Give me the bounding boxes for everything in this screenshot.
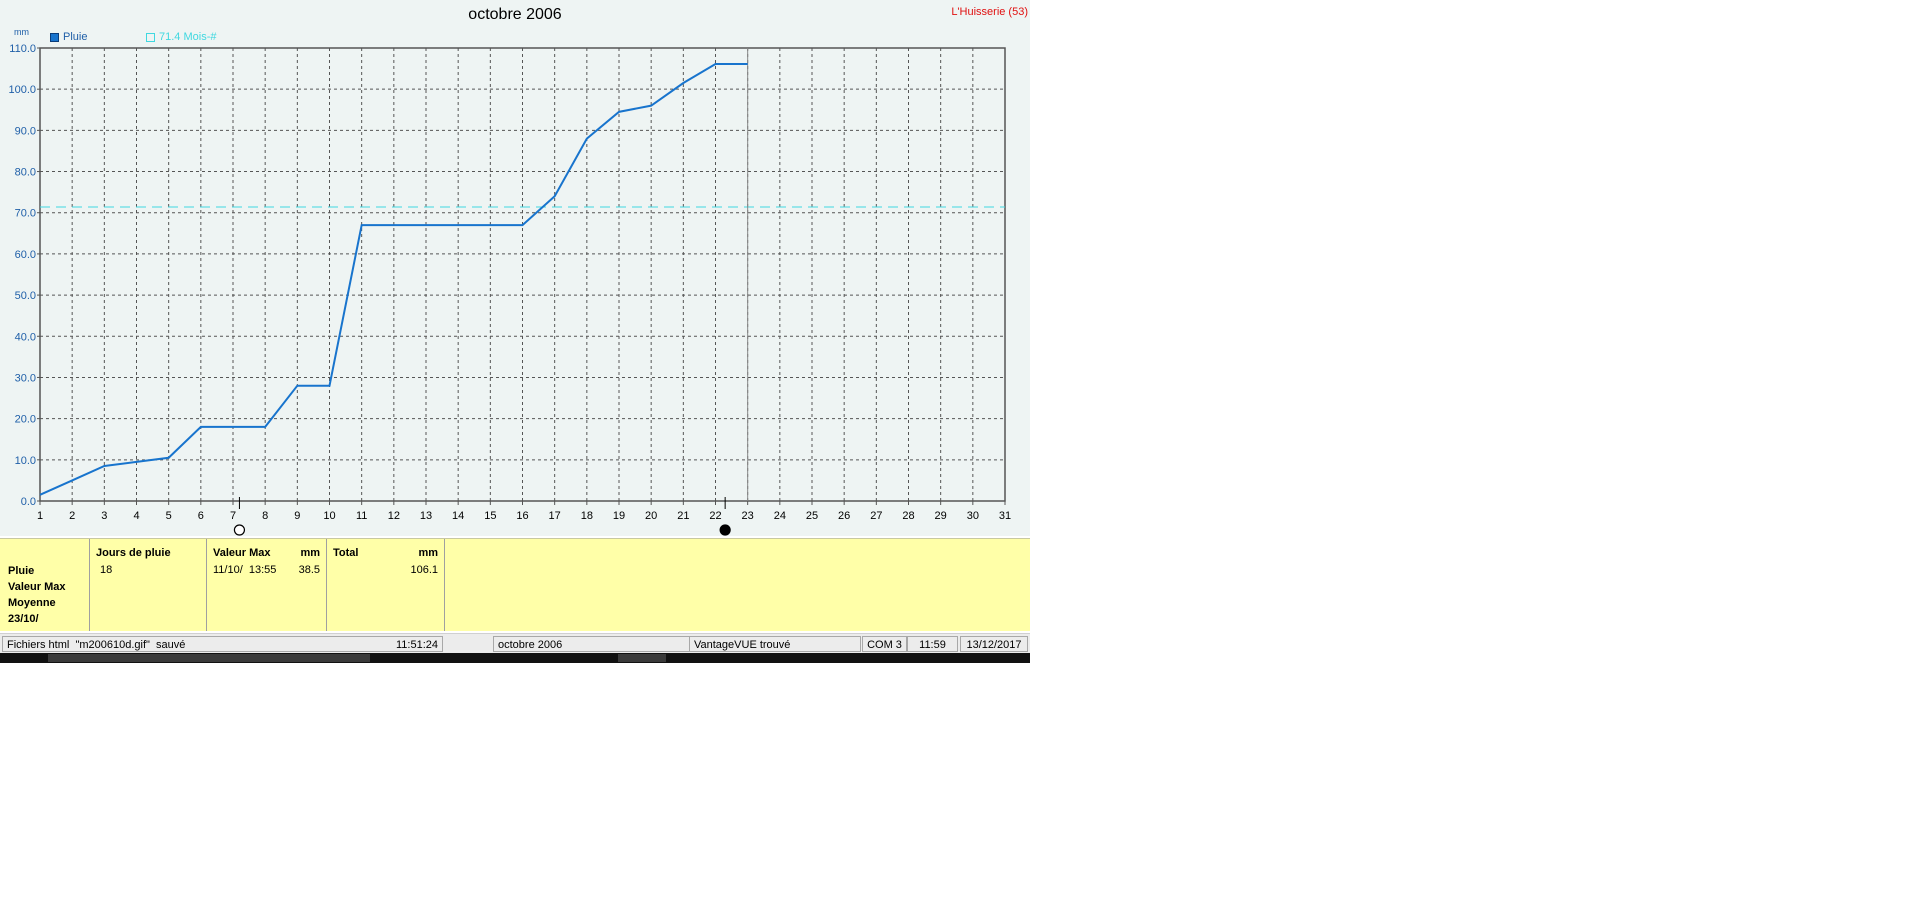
x-tick-label: 11 — [356, 510, 367, 522]
x-tick-label: 29 — [935, 510, 947, 522]
total-value: 106.1 — [410, 564, 438, 576]
y-tick-label: 110.0 — [9, 43, 36, 55]
y-tick-label: 80.0 — [15, 167, 36, 179]
legend-swatch-filled-icon — [50, 32, 59, 42]
x-tick-label: 28 — [902, 510, 914, 522]
row-label-pluie: Pluie — [8, 565, 35, 577]
x-tick-label: 1 — [37, 510, 43, 522]
x-tick-label: 10 — [323, 510, 335, 522]
max-value: 38.5 — [298, 564, 320, 576]
y-tick-label: 50.0 — [15, 290, 36, 302]
y-tick-label: 30.0 — [15, 372, 36, 384]
full-moon-icon — [233, 524, 246, 536]
y-tick-label: 70.0 — [15, 208, 36, 220]
x-tick-label: 25 — [806, 510, 818, 522]
x-tick-label: 4 — [133, 510, 139, 522]
max-date: 11/10/ 13:55 — [213, 564, 277, 576]
new-moon-icon — [719, 524, 731, 536]
x-tick-label: 23 — [742, 510, 754, 522]
max-unit: mm — [300, 547, 320, 559]
jours-value: 18 — [100, 564, 113, 576]
x-tick-label: 24 — [774, 510, 786, 522]
legend-label: 71.4 Mois-# — [159, 31, 217, 43]
legend-item-pluie: Pluie — [50, 31, 87, 43]
status-date: 13/12/2017 — [960, 636, 1028, 652]
x-tick-label: 6 — [198, 510, 204, 522]
x-tick-label: 17 — [549, 510, 561, 522]
y-axis-unit: mm — [14, 27, 29, 37]
x-tick-label: 7 — [230, 510, 236, 522]
rain-chart: 0.0 10.0 20.0 30.0 40.0 50.0 60.0 70.0 80.0 90.0 1… — [8, 43, 1011, 536]
taskbar-button[interactable] — [48, 654, 370, 662]
x-tick-label: 14 — [452, 510, 464, 522]
row-label-valeur-max: Valeur Max — [8, 581, 66, 593]
x-tick-label: 21 — [677, 510, 689, 522]
y-tick-label: 20.0 — [15, 414, 36, 426]
x-tick-label: 22 — [709, 510, 721, 522]
taskbar — [0, 653, 1030, 663]
stats-jours-col: Jours de pluie 18 — [90, 539, 207, 631]
x-tick-label: 12 — [388, 510, 400, 522]
y-tick-label: 60.0 — [15, 249, 36, 261]
status-message: Fichiers html "m200610d.gif" sauvé 11:51… — [2, 636, 443, 652]
stats-total-col: Total mm 106.1 — [327, 539, 445, 631]
status-device: VantageVUE trouvé — [689, 636, 861, 652]
legend-label: Pluie — [63, 31, 88, 43]
x-tick-label: 13 — [420, 510, 432, 522]
x-tick-label: 3 — [101, 510, 107, 522]
x-tick-label: 16 — [516, 510, 528, 522]
stats-panel: Pluie Valeur Max Moyenne 23/10/ Jours de… — [0, 538, 1030, 631]
y-tick-label: 100.0 — [8, 84, 36, 96]
status-time2: 11:59 — [907, 636, 958, 652]
y-tick-label: 90.0 — [15, 125, 36, 137]
x-tick-label: 20 — [645, 510, 657, 522]
x-tick-label: 19 — [613, 510, 625, 522]
y-tick-label: 40.0 — [15, 331, 36, 343]
status-message-text: Fichiers html "m200610d.gif" sauvé — [7, 639, 186, 651]
y-tick-label: 10.0 — [15, 455, 36, 467]
weather-app-window: 0.0 10.0 20.0 30.0 40.0 50.0 60.0 70.0 80.0 90.0 1… — [0, 0, 1030, 663]
status-port: COM 3 — [862, 636, 907, 652]
legend-swatch-outline-icon — [146, 32, 155, 42]
status-time1: 11:51:24 — [395, 639, 438, 651]
station-name: L'Huisserie (53) — [951, 6, 1028, 18]
jours-header: Jours de pluie — [96, 547, 171, 559]
stats-row-labels: Pluie Valeur Max Moyenne 23/10/ — [8, 563, 65, 627]
chart-title: octobre 2006 — [468, 6, 562, 23]
x-tick-label: 5 — [166, 510, 172, 522]
legend-item-average: 71.4 Mois-# — [146, 31, 216, 43]
x-tick-label: 26 — [838, 510, 850, 522]
x-tick-label: 15 — [484, 510, 496, 522]
x-tick-label: 18 — [581, 510, 593, 522]
total-header: Total — [333, 547, 359, 559]
x-tick-label: 2 — [69, 510, 75, 522]
stats-max-col: Valeur Max mm 11/10/ 13:55 38.5 — [207, 539, 327, 631]
row-label-date: 23/10/ — [8, 613, 39, 625]
x-tick-label: 9 — [294, 510, 300, 522]
chart-panel: 0.0 10.0 20.0 30.0 40.0 50.0 60.0 70.0 80.0 90.0 1… — [0, 0, 1030, 536]
status-bar: Fichiers html "m200610d.gif" sauvé 11:51… — [0, 633, 1030, 654]
x-tick-label: 31 — [999, 510, 1011, 522]
y-tick-label: 0.0 — [21, 496, 36, 508]
status-period: octobre 2006 — [493, 636, 691, 652]
row-label-moyenne: Moyenne — [8, 597, 56, 609]
taskbar-button[interactable] — [618, 654, 666, 662]
max-header: Valeur Max — [213, 547, 271, 559]
stats-row-labels-col: Pluie Valeur Max Moyenne 23/10/ — [0, 539, 90, 631]
total-unit: mm — [418, 547, 438, 559]
x-tick-label: 27 — [870, 510, 882, 522]
x-tick-label: 30 — [967, 510, 979, 522]
x-tick-label: 8 — [262, 510, 268, 522]
